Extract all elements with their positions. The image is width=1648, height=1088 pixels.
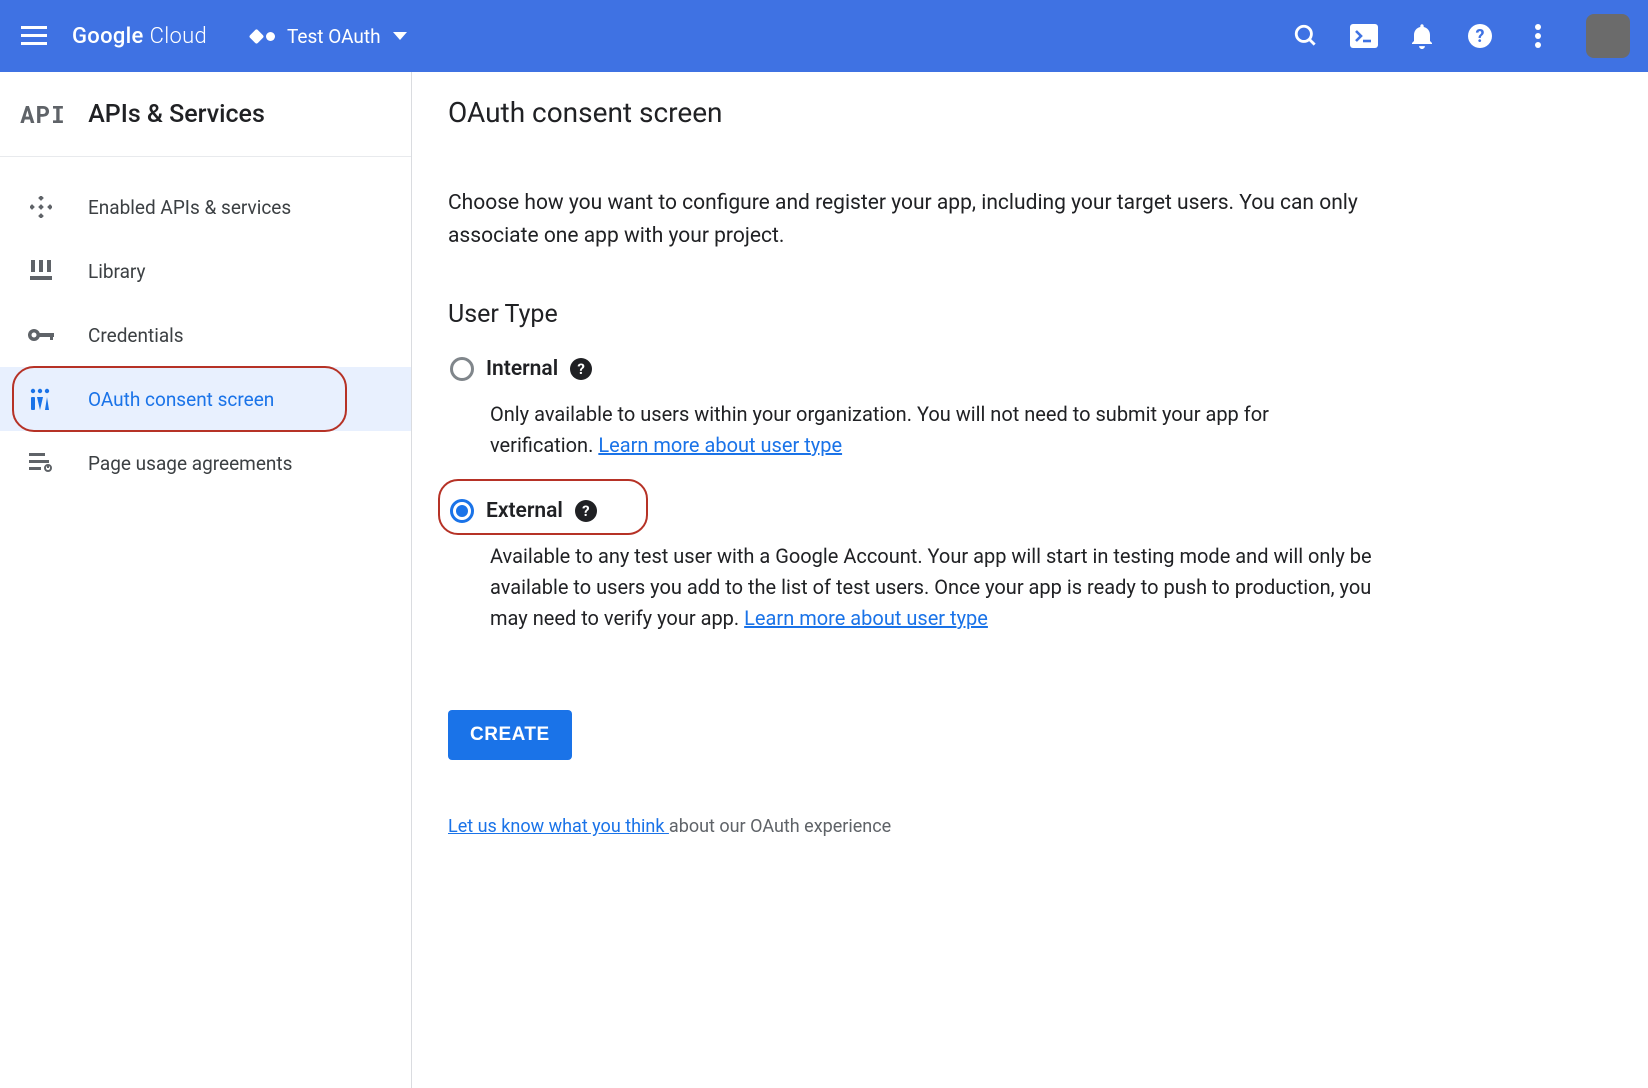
radio-external-label: External — [486, 499, 563, 523]
user-type-external-row: External ? — [448, 493, 1376, 529]
sidebar-items: Enabled APIs & services Library Credenti… — [0, 157, 411, 495]
sidebar-header[interactable]: API APIs & Services — [0, 72, 411, 157]
radio-internal-label: Internal — [486, 357, 558, 381]
sidebar-item-oauth-consent[interactable]: OAuth consent screen — [0, 367, 411, 431]
logo-google-text: Google — [72, 24, 144, 49]
caret-down-icon — [393, 32, 407, 40]
radio-internal[interactable] — [450, 357, 474, 381]
project-name: Test OAuth — [287, 25, 381, 48]
api-badge: API — [20, 98, 66, 130]
sidebar-item-library[interactable]: Library — [0, 239, 411, 303]
sidebar-item-enabled-apis[interactable]: Enabled APIs & services — [0, 175, 411, 239]
enabled-apis-icon — [28, 194, 54, 220]
hamburger-icon — [21, 26, 47, 46]
body: API APIs & Services Enabled APIs & servi… — [0, 72, 1648, 1088]
help-icon: ? — [1467, 23, 1493, 49]
bell-icon — [1410, 23, 1434, 49]
learn-more-external-link[interactable]: Learn more about user type — [744, 606, 988, 630]
topbar-right: ? — [1292, 14, 1630, 58]
sidebar-item-page-usage[interactable]: Page usage agreements — [0, 431, 411, 495]
feedback-link[interactable]: Let us know what you think — [448, 816, 669, 837]
topbar-left: Google Cloud Test OAuth — [10, 12, 407, 60]
account-avatar[interactable] — [1586, 14, 1630, 58]
sidebar: API APIs & Services Enabled APIs & servi… — [0, 72, 412, 1088]
sidebar-item-credentials[interactable]: Credentials — [0, 303, 411, 367]
google-cloud-logo[interactable]: Google Cloud — [72, 24, 207, 49]
project-picker[interactable]: Test OAuth — [251, 25, 407, 48]
user-type-external-block: External ? Available to any test user wi… — [448, 493, 1376, 654]
internal-description: Only available to users within your orga… — [448, 387, 1376, 481]
external-description: Available to any test user with a Google… — [448, 529, 1376, 654]
search-button[interactable] — [1292, 22, 1320, 50]
library-icon — [28, 258, 54, 284]
agreements-icon — [28, 450, 54, 476]
project-icon — [251, 31, 275, 42]
user-type-internal-row: Internal ? — [448, 351, 1376, 387]
radio-external[interactable] — [450, 499, 474, 523]
create-button[interactable]: CREATE — [448, 710, 572, 760]
consent-icon — [28, 386, 54, 412]
logo-cloud-text: Cloud — [150, 24, 207, 49]
sidebar-item-label: Credentials — [88, 324, 184, 347]
cloud-shell-button[interactable] — [1350, 22, 1378, 50]
sidebar-item-label: Library — [88, 260, 146, 283]
key-icon — [28, 322, 54, 348]
sidebar-item-label: OAuth consent screen — [88, 388, 274, 411]
page-title: OAuth consent screen — [448, 96, 1376, 129]
cloud-shell-icon — [1350, 24, 1378, 48]
svg-text:?: ? — [1476, 26, 1485, 47]
more-menu-button[interactable] — [1524, 22, 1552, 50]
sidebar-item-label: Enabled APIs & services — [88, 196, 291, 219]
user-type-heading: User Type — [448, 300, 1376, 329]
learn-more-internal-link[interactable]: Learn more about user type — [598, 433, 842, 457]
help-internal-icon[interactable]: ? — [570, 358, 592, 380]
help-external-icon[interactable]: ? — [575, 500, 597, 522]
feedback-rest: about our OAuth experience — [669, 816, 891, 837]
sidebar-item-label: Page usage agreements — [88, 452, 292, 475]
hamburger-menu-button[interactable] — [10, 12, 58, 60]
top-bar: Google Cloud Test OAuth ? — [0, 0, 1648, 72]
main-content: OAuth consent screen Choose how you want… — [412, 72, 1412, 1088]
search-icon — [1293, 23, 1319, 49]
user-type-internal-block: Internal ? Only available to users withi… — [448, 351, 1376, 481]
feedback-line: Let us know what you think about our OAu… — [448, 816, 1376, 837]
help-button[interactable]: ? — [1466, 22, 1494, 50]
more-vert-icon — [1534, 23, 1542, 49]
intro-text: Choose how you want to configure and reg… — [448, 187, 1376, 252]
sidebar-title: APIs & Services — [88, 100, 265, 129]
notifications-button[interactable] — [1408, 22, 1436, 50]
